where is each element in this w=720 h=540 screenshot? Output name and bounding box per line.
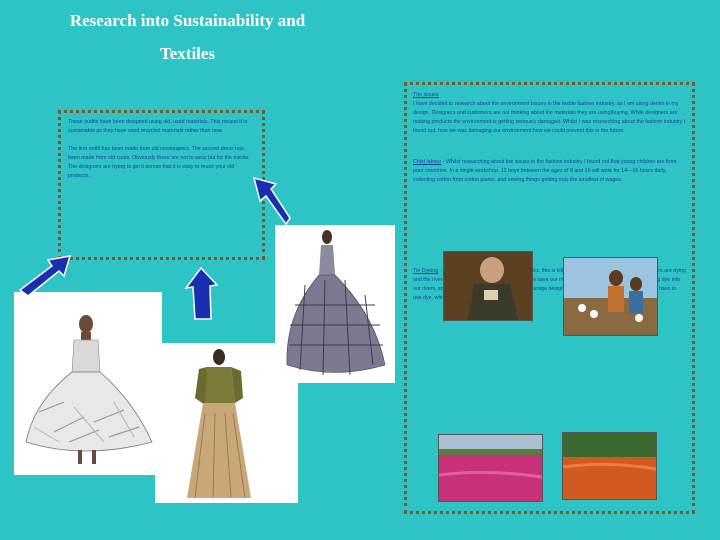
outfits-paragraph-2: The first outfit has been made from old … [68,146,250,179]
title-line-1: Research into Sustainability and [69,11,306,30]
child-labour-photo-1 [443,251,533,321]
arrow-up-left-icon [248,174,292,228]
child-labour-text: - Whilst researching about the issues in… [413,159,677,183]
issues-text: I have decided to research about the env… [413,101,686,134]
title-line-2: Textiles [159,44,216,63]
outfits-paragraph-1: These outfits have been designed using o… [68,119,248,134]
arrow-up-icon [183,265,221,323]
issues-section: The issues I have decided to research ab… [413,91,686,136]
child-labour-heading: Child labour [413,159,442,165]
child-labour-photo-2 [563,257,658,336]
polluted-river-photo-1 [438,434,543,502]
newspaper-dress-photo [14,292,162,475]
arrow-up-right-icon [16,252,74,298]
tie-dye-heading: Tie Dyeing [413,268,439,274]
child-labour-section: Child labour - Whilst researching about … [413,158,686,185]
outfits-text-box: These outfits have been designed using o… [58,110,265,260]
polluted-river-photo-2 [562,432,657,500]
plaid-dress-illustration [275,225,395,383]
issues-heading: The issues [413,92,439,98]
plaid-dress-photo [275,225,395,383]
newspaper-dress-illustration [14,292,162,475]
page-title: Research into Sustainability and Textile… [20,4,355,70]
